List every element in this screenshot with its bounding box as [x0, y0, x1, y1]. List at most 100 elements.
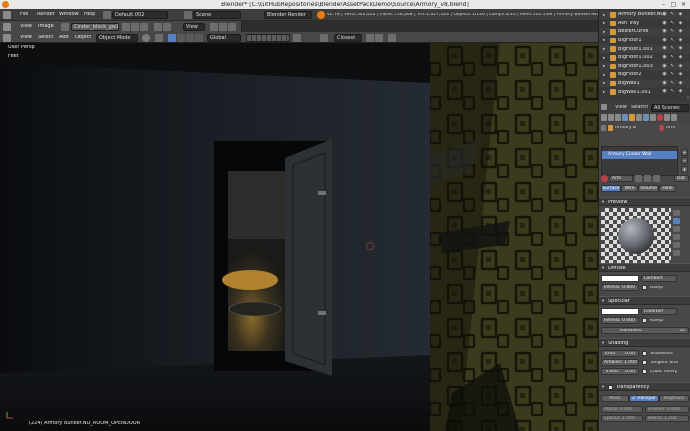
- image-new-icon[interactable]: [131, 22, 139, 31]
- expand-triangle-icon[interactable]: ▸: [603, 38, 605, 43]
- snap-target-dropdown[interactable]: Closest: [334, 33, 362, 42]
- rotate-icon[interactable]: [186, 33, 194, 42]
- object-mode-dropdown[interactable]: Object Mode: [96, 33, 138, 42]
- menu-help[interactable]: Help: [84, 12, 95, 17]
- layer-lock-icon[interactable]: [293, 33, 301, 42]
- tab-constraints-icon[interactable]: [636, 114, 642, 121]
- transparency-mask-button[interactable]: Mask: [601, 395, 629, 402]
- expand-triangle-icon[interactable]: ▸: [603, 21, 605, 26]
- specular-panel-header[interactable]: ▾ Specular: [599, 296, 690, 305]
- preview-panel-header[interactable]: ▾ Preview: [599, 197, 690, 206]
- expand-triangle-icon[interactable]: ▸: [603, 56, 605, 61]
- render-camera-icon[interactable]: ◈: [678, 12, 683, 17]
- transparency-raytrace-button[interactable]: Raytrace: [659, 395, 689, 402]
- tab-halo[interactable]: Halo: [659, 185, 676, 192]
- specular-alpha-field[interactable]: Specul: 1.000: [601, 415, 643, 422]
- visibility-eye-icon[interactable]: ◉: [662, 20, 667, 26]
- view3d-menu-object[interactable]: Object: [75, 35, 91, 40]
- material-name-field[interactable]: Arm: [609, 175, 633, 182]
- outliner-row[interactable]: ▸ Ash Tray ◉ ↖ ◈: [599, 19, 690, 28]
- outliner-row[interactable]: ▸ Armory Bunker.NO ◉ ↖ ◈: [599, 11, 690, 19]
- tab-surface[interactable]: Surface: [601, 185, 621, 192]
- manipulator-icon[interactable]: [168, 33, 176, 42]
- view3d-editor-icon[interactable]: [3, 33, 11, 42]
- tab-material-icon[interactable]: [657, 114, 663, 121]
- fresnel-field[interactable]: Fresnel: 0.000: [645, 406, 689, 413]
- view3d-viewport[interactable]: User Persp Feet (224) Armory Bunker.NO_R…: [0, 43, 598, 431]
- image-view-dropdown[interactable]: View: [183, 22, 205, 31]
- outliner-row[interactable]: ▸ BigFloor1.001 ◉ ↖ ◈: [599, 45, 690, 53]
- specular-shader-dropdown[interactable]: CookTorr: [641, 308, 677, 315]
- select-arrow-icon[interactable]: ↖: [670, 55, 675, 60]
- image-menu-view[interactable]: View: [20, 24, 32, 29]
- outliner-row[interactable]: ▸ BigWall1 ◉ ↖ ◈: [599, 79, 690, 88]
- view3d-menu-view[interactable]: View: [20, 35, 32, 40]
- preview-flat-icon[interactable]: [673, 210, 680, 216]
- minimize-button[interactable]: –: [660, 1, 667, 8]
- specular-intensity-field[interactable]: Intensi: 0.000: [601, 317, 639, 324]
- shadeless-checkbox[interactable]: [642, 351, 647, 356]
- material-slot-item[interactable]: Armory Cinder Wall: [602, 151, 677, 159]
- outliner-row[interactable]: ▸ BigWall1.001 ◉ ↖ ◈: [599, 88, 690, 96]
- preview-cube-icon[interactable]: [673, 226, 680, 232]
- close-button[interactable]: ✕: [680, 1, 687, 8]
- view3d-menu-select[interactable]: Select: [38, 35, 53, 40]
- maximize-button[interactable]: □: [670, 1, 677, 8]
- pin-icon[interactable]: [601, 125, 606, 131]
- render-camera-icon[interactable]: ◈: [678, 89, 683, 94]
- layer-buttons[interactable]: [246, 33, 290, 42]
- expand-triangle-icon[interactable]: ▸: [603, 73, 605, 78]
- slot-specials-button[interactable]: ▾: [681, 166, 688, 173]
- render-camera-icon[interactable]: ◈: [678, 29, 683, 34]
- visibility-eye-icon[interactable]: ◉: [662, 29, 667, 34]
- diffuse-ramp-checkbox[interactable]: [642, 285, 647, 290]
- material-browse-icon[interactable]: [601, 175, 608, 182]
- expand-triangle-icon[interactable]: ▸: [603, 13, 605, 18]
- properties-menu-view[interactable]: View: [615, 105, 627, 110]
- tab-world-icon[interactable]: [622, 114, 628, 121]
- image-channel-icon[interactable]: [163, 22, 171, 31]
- scale-icon[interactable]: [195, 33, 203, 42]
- select-arrow-icon[interactable]: ↖: [670, 89, 675, 94]
- visibility-eye-icon[interactable]: ◉: [662, 55, 667, 60]
- view3d-menu-add[interactable]: Add: [59, 35, 69, 40]
- transparency-enable-checkbox[interactable]: [608, 384, 613, 390]
- select-arrow-icon[interactable]: ↖: [670, 20, 675, 26]
- outliner-row[interactable]: ▸ BigFloor1.002 ◉ ↖ ◈: [599, 54, 690, 62]
- diffuse-intensity-field[interactable]: Intensi: 0.800: [601, 284, 639, 291]
- image-pin-icon[interactable]: [122, 22, 130, 31]
- tab-wire[interactable]: Wire: [621, 185, 638, 192]
- viewport-shading-icon[interactable]: [142, 33, 150, 42]
- expand-triangle-icon[interactable]: ▸: [603, 90, 605, 95]
- shading-panel-header[interactable]: ▾ Shading: [599, 338, 690, 347]
- material-link-dropdown[interactable]: Dat: [674, 175, 689, 182]
- outliner-row[interactable]: ▸ BezierCurve ◉ ↖ ◈: [599, 28, 690, 36]
- render-preview-icon[interactable]: [388, 33, 396, 42]
- translate-icon[interactable]: [177, 33, 185, 42]
- diffuse-panel-header[interactable]: ▾ Diffuse: [599, 263, 690, 272]
- pivot-point-icon[interactable]: [155, 33, 163, 42]
- tab-volume[interactable]: Volume: [638, 185, 659, 192]
- outliner-row[interactable]: ▸ BigFloor2 ◉ ↖ ◈: [599, 71, 690, 79]
- hardness-field[interactable]: Hardness: 50: [601, 327, 689, 334]
- image-unlink-icon[interactable]: [140, 22, 148, 31]
- tab-scene-icon[interactable]: [615, 114, 621, 121]
- image-browse-icon[interactable]: [61, 22, 69, 31]
- tab-object-icon[interactable]: [629, 114, 635, 121]
- visibility-eye-icon[interactable]: ◉: [662, 12, 667, 17]
- properties-menu-search[interactable]: Search: [631, 105, 648, 110]
- material-fake-icon[interactable]: [644, 175, 651, 182]
- visibility-eye-icon[interactable]: ◉: [662, 37, 667, 43]
- cubic-interp-checkbox[interactable]: [642, 369, 647, 374]
- visibility-eye-icon[interactable]: ◉: [662, 63, 667, 69]
- render-engine-dropdown[interactable]: Blender Render: [264, 11, 312, 19]
- editor-type-icon[interactable]: [3, 11, 11, 19]
- image-editor-icon[interactable]: [3, 22, 11, 31]
- snap-magnet-icon[interactable]: [320, 33, 328, 42]
- scene-dropdown[interactable]: Scene: [193, 11, 241, 19]
- render-camera-icon[interactable]: ◈: [678, 80, 683, 86]
- tab-modifiers-icon[interactable]: [643, 114, 649, 121]
- expand-triangle-icon[interactable]: ▸: [603, 30, 605, 35]
- select-arrow-icon[interactable]: ↖: [670, 63, 675, 69]
- scene-filter-dropdown[interactable]: All Scenes: [651, 103, 689, 112]
